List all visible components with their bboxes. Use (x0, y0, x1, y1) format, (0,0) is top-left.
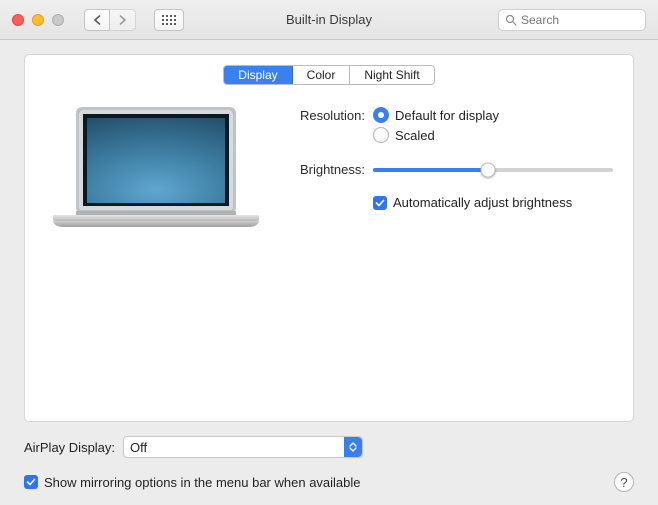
forward-button[interactable] (110, 9, 136, 31)
display-preview (52, 107, 260, 227)
tab-night-shift[interactable]: Night Shift (350, 66, 433, 84)
airplay-select[interactable]: Off (123, 436, 363, 458)
tab-group: Display Color Night Shift (223, 65, 434, 85)
titlebar: Built-in Display (0, 0, 658, 40)
show-all-button[interactable] (154, 9, 184, 31)
close-window-icon[interactable] (12, 14, 24, 26)
chevron-left-icon (93, 15, 102, 25)
select-stepper-icon (344, 437, 362, 457)
nav-buttons (84, 9, 136, 31)
radio-selected-icon (373, 107, 389, 123)
window-title: Built-in Display (286, 12, 372, 27)
chevron-right-icon (118, 15, 127, 25)
search-input[interactable] (521, 13, 639, 27)
back-button[interactable] (84, 9, 110, 31)
auto-adjust-label: Automatically adjust brightness (393, 195, 572, 210)
resolution-scaled-label: Scaled (395, 128, 435, 143)
resolution-default-label: Default for display (395, 108, 499, 123)
zoom-window-icon (52, 14, 64, 26)
airplay-value: Off (130, 440, 147, 455)
radio-unselected-icon (373, 127, 389, 143)
minimize-window-icon[interactable] (32, 14, 44, 26)
checkbox-checked-icon (373, 196, 387, 210)
search-icon (505, 14, 517, 26)
resolution-scaled-option[interactable]: Scaled (373, 127, 499, 143)
grid-icon (162, 15, 176, 25)
window-controls (12, 14, 64, 26)
tab-color[interactable]: Color (293, 66, 351, 84)
tab-display[interactable]: Display (224, 66, 292, 84)
help-button[interactable]: ? (614, 472, 634, 492)
checkbox-checked-icon (24, 475, 38, 489)
mirroring-label: Show mirroring options in the menu bar w… (44, 475, 361, 490)
airplay-label: AirPlay Display: (24, 440, 115, 455)
mirroring-checkbox[interactable]: Show mirroring options in the menu bar w… (24, 475, 361, 490)
brightness-slider[interactable] (373, 161, 613, 179)
settings-panel: Display Color Night Shift Resolution: (24, 54, 634, 422)
auto-adjust-checkbox[interactable]: Automatically adjust brightness (373, 195, 572, 210)
search-field[interactable] (498, 9, 646, 31)
brightness-label: Brightness: (289, 161, 373, 179)
resolution-default-option[interactable]: Default for display (373, 107, 499, 123)
resolution-label: Resolution: (289, 107, 373, 143)
